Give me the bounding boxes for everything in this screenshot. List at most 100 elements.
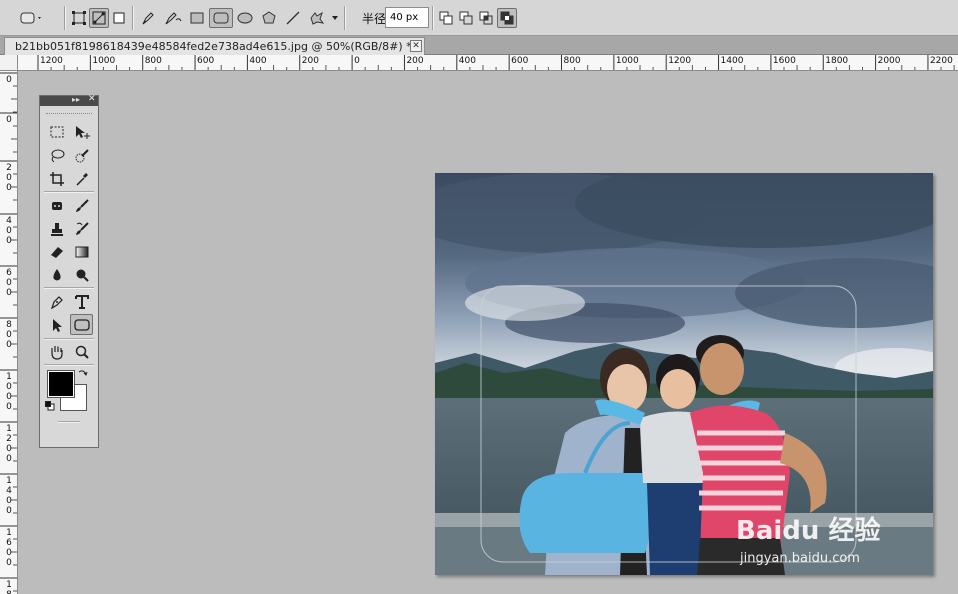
ruler-label: 1200: [40, 56, 63, 66]
ruler-label: 1000: [6, 372, 12, 412]
spot-healing-icon: [51, 201, 62, 210]
rectangle-icon: [190, 12, 204, 24]
intersect-shape-icon: [479, 11, 493, 25]
polygon-button[interactable]: [259, 8, 279, 28]
path-selection-tool[interactable]: [45, 314, 68, 335]
ruler-label: 200: [301, 56, 319, 66]
blur-icon: [52, 268, 61, 280]
watermark-logo: Baidu 经验: [736, 516, 881, 546]
ruler-label: 800: [144, 56, 162, 66]
pen-tool-icon: [50, 295, 63, 309]
subtract-shape-button[interactable]: [457, 8, 475, 28]
ruler-origin[interactable]: [0, 55, 18, 71]
ruler-label: 200: [406, 56, 424, 66]
custom-shape-icon: [310, 11, 325, 25]
type-tool[interactable]: [70, 291, 93, 312]
vertical-ruler[interactable]: 0 0 200 400 600 800 1000 1200 1400 1600 1800: [0, 71, 18, 594]
pen-button[interactable]: [138, 8, 158, 28]
blur-tool[interactable]: [45, 264, 68, 285]
shape-layers-button[interactable]: [70, 8, 88, 28]
eraser-tool[interactable]: [45, 241, 68, 262]
gradient-tool[interactable]: [70, 241, 93, 262]
rounded-rectangle-tool[interactable]: [70, 314, 93, 335]
line-icon: [286, 11, 300, 25]
ruler-label: 1400: [6, 476, 12, 516]
line-button[interactable]: [283, 8, 303, 28]
add-shape-icon: [439, 11, 453, 25]
brush-tool[interactable]: [70, 195, 93, 216]
foreground-color-swatch[interactable]: [47, 370, 75, 398]
dodge-tool[interactable]: [70, 264, 93, 285]
clone-stamp-tool[interactable]: [45, 218, 68, 239]
rounded-rectangle-icon: [213, 12, 229, 24]
dodge-icon: [76, 269, 89, 282]
marquee-tool[interactable]: [45, 121, 68, 142]
document-tab-title: b21bb051f8198618439e48584fed2e738ad4e615…: [15, 40, 412, 53]
move-tool[interactable]: [70, 121, 93, 142]
eyedropper-icon: [75, 172, 88, 186]
default-colors-icon[interactable]: [45, 401, 55, 411]
crop-tool[interactable]: [45, 168, 68, 189]
quick-selection-tool[interactable]: [70, 145, 93, 166]
lasso-tool[interactable]: [45, 145, 68, 166]
tool-preset-picker[interactable]: [18, 8, 44, 28]
zoom-icon: [75, 345, 89, 359]
close-icon[interactable]: ✕: [410, 40, 422, 52]
ruler-label: 600: [6, 268, 12, 298]
add-shape-button[interactable]: [437, 8, 455, 28]
ellipse-button[interactable]: [235, 8, 255, 28]
ruler-label: 1000: [615, 56, 639, 66]
ruler-label: 400: [458, 56, 476, 66]
ruler-label: 1800: [6, 580, 12, 594]
custom-shape-button[interactable]: [306, 8, 328, 28]
fill-pixels-icon: [113, 12, 125, 24]
paths-button[interactable]: [89, 8, 109, 28]
eyedropper-tool[interactable]: [70, 168, 93, 189]
document-tab[interactable]: b21bb051f8198618439e48584fed2e738ad4e615…: [4, 37, 425, 55]
ruler-label: 1400: [720, 56, 744, 66]
horizontal-ruler[interactable]: 1200 1000 800 600 400 200 0 200 400 600 800 1000 120…: [18, 55, 958, 71]
pen-tool[interactable]: [45, 291, 68, 312]
ruler-label: 600: [197, 56, 215, 66]
clone-stamp-icon: [50, 222, 63, 236]
crop-icon: [49, 171, 64, 186]
rectangle-button[interactable]: [187, 8, 207, 28]
ruler-label: 800: [6, 320, 12, 350]
shape-dropdown[interactable]: [330, 8, 340, 28]
rounded-rectangle-button[interactable]: [209, 8, 233, 28]
path-selection-icon: [52, 318, 62, 332]
spot-healing-tool[interactable]: [45, 195, 68, 216]
intersect-shape-button[interactable]: [477, 8, 495, 28]
exclude-shape-button[interactable]: [497, 8, 517, 28]
ruler-label: 1000: [92, 56, 116, 66]
panel-header[interactable]: ▸▸ ✕: [40, 94, 98, 106]
close-icon[interactable]: ✕: [88, 94, 96, 104]
swap-colors-icon[interactable]: [77, 368, 89, 380]
freeform-pen-icon: [165, 12, 182, 25]
polygon-icon: [262, 11, 276, 24]
ellipse-icon: [237, 12, 253, 24]
zoom-tool[interactable]: [70, 341, 93, 362]
history-brush-tool[interactable]: [70, 218, 93, 239]
ruler-label: 2200: [929, 56, 953, 66]
ruler-label: 1200: [668, 56, 692, 66]
hand-icon: [50, 345, 63, 360]
ruler-label: 1600: [6, 528, 12, 568]
quick-selection-icon: [75, 148, 89, 162]
ruler-label: 0: [6, 115, 12, 125]
exclude-shape-icon: [500, 11, 514, 25]
ruler-label: 1200: [6, 424, 12, 464]
freeform-pen-button[interactable]: [162, 8, 184, 28]
lasso-icon: [51, 149, 64, 162]
ruler-label: 800: [563, 56, 581, 66]
dropdown-arrow-icon: [332, 16, 338, 20]
rounded-rectangle-tool-icon: [73, 318, 90, 331]
collapse-icon[interactable]: ▸▸: [72, 95, 80, 104]
hand-tool[interactable]: [45, 341, 68, 362]
fill-pixels-button[interactable]: [111, 8, 127, 28]
pen-icon: [142, 12, 154, 25]
shape-layers-icon: [72, 11, 86, 25]
ruler-label: 2000: [877, 56, 901, 66]
ruler-label: 1600: [772, 56, 796, 66]
radius-input[interactable]: [385, 7, 429, 28]
